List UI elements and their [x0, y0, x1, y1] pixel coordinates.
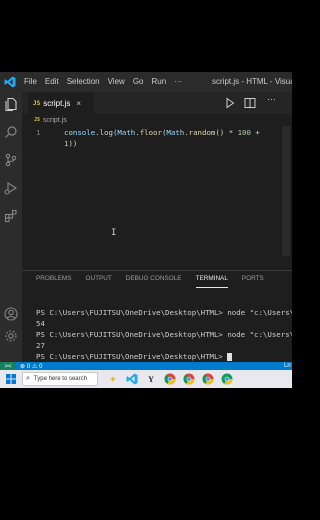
top-letterbox — [0, 0, 292, 72]
menu-file[interactable]: File — [20, 72, 41, 92]
settings-gear-icon[interactable] — [3, 328, 19, 344]
chrome-alt-icon[interactable] — [220, 372, 234, 386]
code-line[interactable]: console.log(Math.floor(Math.random() * 1… — [64, 128, 260, 137]
tab-output[interactable]: OUTPUT — [86, 271, 112, 287]
terminal-cursor — [227, 353, 233, 361]
bottom-letterbox — [0, 388, 292, 520]
run-file-icon[interactable] — [225, 96, 235, 114]
code-line-wrapped[interactable]: 1)) — [64, 139, 77, 148]
tab-debug-console[interactable]: DEBUG CONSOLE — [126, 271, 182, 287]
js-file-icon: JS — [33, 99, 41, 107]
chrome-icon[interactable] — [163, 372, 177, 386]
menu-edit[interactable]: Edit — [41, 72, 63, 92]
yandex-browser-icon[interactable]: Y — [144, 372, 158, 386]
activity-bar — [0, 92, 22, 362]
breadcrumb: JS script.js — [34, 114, 67, 126]
panel-tabs: PROBLEMS OUTPUT DEBUG CONSOLE TERMINAL P… — [22, 271, 292, 288]
code-token: () * — [215, 128, 238, 137]
search-placeholder: Type here to search — [33, 376, 87, 382]
terminal-line: PS C:\Users\FUJITSU\OneDrive\Desktop\HTM… — [36, 330, 292, 339]
terminal-output[interactable]: PS C:\Users\FUJITSU\OneDrive\Desktop\HTM… — [36, 307, 292, 362]
code-token: random — [188, 128, 216, 137]
code-token: + — [250, 128, 260, 137]
code-token: Math — [117, 128, 136, 137]
search-icon: ⌕ — [26, 375, 30, 382]
code-token: )) — [68, 139, 78, 148]
menu-view[interactable]: View — [104, 72, 129, 92]
tab-terminal[interactable]: TERMINAL — [195, 271, 228, 288]
terminal-line: 27 — [36, 341, 45, 350]
remote-indicator-icon[interactable]: >< — [0, 362, 16, 370]
menu-selection[interactable]: Selection — [63, 72, 104, 92]
editor-tab-bar: JS script.js × ··· — [22, 92, 292, 114]
menu-more[interactable]: ··· — [170, 72, 186, 92]
code-token: console — [64, 128, 96, 137]
menu-run[interactable]: Run — [147, 72, 170, 92]
code-token: log — [99, 128, 113, 137]
source-control-icon[interactable] — [3, 152, 19, 168]
title-bar: File Edit Selection View Go Run ··· scri… — [0, 72, 292, 92]
terminal-line: 54 — [36, 319, 45, 328]
search-icon[interactable] — [3, 124, 19, 140]
chrome-profile-icon[interactable] — [182, 372, 196, 386]
tab-label: script.js — [43, 98, 71, 108]
line-number: 1 — [36, 128, 41, 137]
terminal-line: PS C:\Users\FUJITSU\OneDrive\Desktop\HTM… — [36, 308, 292, 317]
chrome-icon[interactable] — [201, 372, 215, 386]
breadcrumb-file[interactable]: script.js — [43, 117, 67, 124]
window-title: script.js - HTML - Visual — [212, 77, 292, 86]
js-file-icon: JS — [34, 117, 41, 123]
tab-close-icon[interactable]: × — [76, 99, 81, 108]
more-actions-icon[interactable]: ··· — [267, 94, 276, 104]
code-token: Math — [166, 128, 185, 137]
terminal-prompt: PS C:\Users\FUJITSU\OneDrive\Desktop\HTM… — [36, 352, 228, 361]
explorer-icon[interactable] — [3, 96, 19, 112]
terminal-prompt-line: PS C:\Users\FUJITSU\OneDrive\Desktop\HTM… — [36, 351, 292, 362]
windows-start-icon[interactable] — [0, 370, 22, 388]
vscode-window: File Edit Selection View Go Run ··· scri… — [0, 72, 292, 370]
tab-problems[interactable]: PROBLEMS — [36, 271, 72, 287]
bottom-panel: PROBLEMS OUTPUT DEBUG CONSOLE TERMINAL P… — [22, 270, 292, 362]
code-token: 100 — [237, 128, 251, 137]
mouse-text-cursor-icon: I — [111, 228, 117, 238]
tab-script-js[interactable]: JS script.js × — [28, 92, 94, 114]
status-bar: >< ⊗ 0 ⚠ 0 Ln — [0, 362, 292, 370]
editor-scrollbar[interactable] — [282, 126, 290, 256]
status-errors[interactable]: ⊗ 0 — [20, 363, 30, 370]
run-debug-icon[interactable] — [3, 180, 19, 196]
menu-go[interactable]: Go — [129, 72, 148, 92]
sparkle-icon[interactable]: ✦ — [106, 372, 120, 386]
tab-ports[interactable]: PORTS — [242, 271, 264, 287]
vscode-logo-icon — [0, 72, 20, 92]
vscode-taskbar-icon[interactable] — [125, 372, 139, 386]
code-token: floor — [139, 128, 162, 137]
status-warnings[interactable]: ⚠ 0 — [32, 363, 42, 370]
account-icon[interactable] — [3, 306, 19, 322]
extensions-icon[interactable] — [3, 208, 19, 224]
windows-taskbar: ⌕ Type here to search ✦ Y — [0, 370, 292, 388]
status-line-col[interactable]: Ln — [284, 362, 291, 370]
split-editor-icon[interactable] — [244, 96, 256, 114]
taskbar-search-input[interactable]: ⌕ Type here to search — [22, 372, 98, 386]
